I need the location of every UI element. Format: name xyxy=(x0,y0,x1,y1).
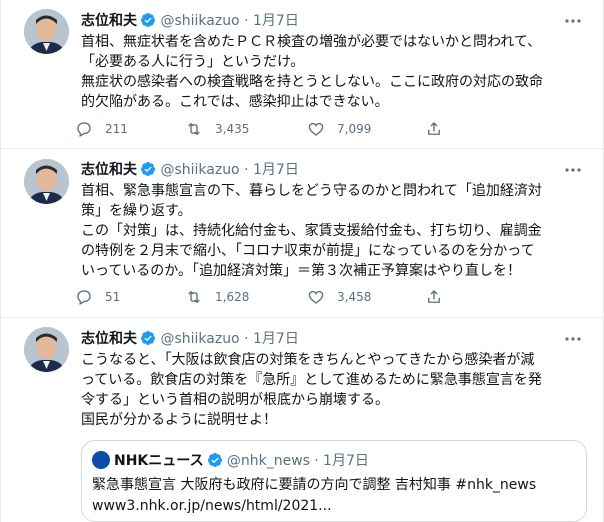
more-icon[interactable] xyxy=(563,162,583,178)
heart-icon xyxy=(308,290,324,304)
tweet-actions: 211 3,435 7,099 xyxy=(75,119,515,139)
separator-dot: · xyxy=(244,331,249,347)
tweet-date[interactable]: 1月7日 xyxy=(253,13,299,29)
author-handle[interactable]: @shiikazuo xyxy=(160,331,239,347)
author-name[interactable]: 志位和夫 xyxy=(81,331,137,347)
profile-photo xyxy=(24,9,69,54)
quoted-tweet-date: 1月7日 xyxy=(323,453,369,469)
tweet-text: 首相、緊急事態宣言の下、暮らしをどう守るのかと問われて「追加経済対 策」を繰り返… xyxy=(81,183,542,279)
author-name[interactable]: 志位和夫 xyxy=(81,162,137,178)
tweet-text: こうなると、「大阪は飲食店の対策をきちんとやってきたから感染者が減 っている。飲… xyxy=(81,352,542,428)
verified-badge-icon xyxy=(140,13,155,27)
quoted-tweet[interactable]: NHKニュース @nhk_news · 1月7日 緊急事態宣言 大阪府も政府に要… xyxy=(81,440,587,522)
avatar[interactable] xyxy=(24,9,69,54)
retweet-button[interactable]: 3,435 xyxy=(185,119,249,139)
reply-button[interactable]: 211 xyxy=(75,119,128,139)
tweet-date[interactable]: 1月7日 xyxy=(253,331,299,347)
share-icon xyxy=(428,290,440,303)
avatar[interactable] xyxy=(24,327,69,372)
tweet-header: 志位和夫 @shiikazuo · 1月7日 xyxy=(81,329,299,349)
share-icon xyxy=(428,122,440,135)
author-handle[interactable]: @shiikazuo xyxy=(160,162,239,178)
avatar[interactable] xyxy=(24,159,69,204)
tweet-header: 志位和夫 @shiikazuo · 1月7日 xyxy=(81,160,299,180)
tweet[interactable]: 志位和夫 @shiikazuo · 1月7日 首相、無症状者を含めたＰＣＲ検査の… xyxy=(1,0,603,149)
profile-photo xyxy=(24,327,69,372)
author-name[interactable]: 志位和夫 xyxy=(81,13,137,29)
quoted-author-handle: @nhk_news xyxy=(226,453,310,469)
tweet[interactable]: 志位和夫 @shiikazuo · 1月7日 こうなると、「大阪は飲食店の対策を… xyxy=(1,318,603,522)
retweet-icon xyxy=(188,122,200,136)
timeline: 志位和夫 @shiikazuo · 1月7日 首相、無症状者を含めたＰＣＲ検査の… xyxy=(0,0,604,522)
verified-badge-icon xyxy=(140,331,155,345)
retweet-count: 3,435 xyxy=(215,122,250,136)
retweet-icon xyxy=(188,290,200,304)
verified-badge-icon xyxy=(207,453,222,467)
reply-count: 51 xyxy=(105,290,121,304)
reply-button[interactable]: 51 xyxy=(75,287,120,307)
retweet-button[interactable]: 1,628 xyxy=(185,287,249,307)
nhk-logo-icon xyxy=(92,451,110,469)
reply-icon xyxy=(77,122,91,137)
profile-photo xyxy=(24,159,69,204)
tweet-actions: 51 1,628 3,458 xyxy=(75,287,515,307)
retweet-count: 1,628 xyxy=(215,290,250,304)
tweet-header: 志位和夫 @shiikazuo · 1月7日 xyxy=(81,11,299,31)
reply-icon xyxy=(77,290,91,305)
quoted-author-name: NHKニュース xyxy=(114,453,204,469)
quoted-tweet-header: NHKニュース @nhk_news · 1月7日 xyxy=(92,451,369,469)
tweet[interactable]: 志位和夫 @shiikazuo · 1月7日 首相、緊急事態宣言の下、暮らしをど… xyxy=(1,149,603,318)
more-icon[interactable] xyxy=(563,13,583,29)
like-count: 7,099 xyxy=(337,122,372,136)
like-button[interactable]: 7,099 xyxy=(307,119,371,139)
quoted-tweet-text: 緊急事態宣言 大阪府も政府に要請の方向で調整 吉村知事 #nhk_news ww… xyxy=(92,477,537,514)
separator-dot: · xyxy=(244,162,249,178)
author-handle[interactable]: @shiikazuo xyxy=(160,13,239,29)
share-button[interactable] xyxy=(425,287,443,307)
more-icon[interactable] xyxy=(563,331,583,347)
tweet-date[interactable]: 1月7日 xyxy=(253,162,299,178)
like-button[interactable]: 3,458 xyxy=(307,287,371,307)
separator-dot: · xyxy=(314,453,319,469)
like-count: 3,458 xyxy=(337,290,372,304)
reply-count: 211 xyxy=(105,122,128,136)
tweet-text: 首相、無症状者を含めたＰＣＲ検査の増強が必要ではないかと問われて、 「必要ある人… xyxy=(81,34,543,110)
verified-badge-icon xyxy=(140,162,155,176)
share-button[interactable] xyxy=(425,119,443,139)
heart-icon xyxy=(308,122,324,136)
separator-dot: · xyxy=(244,13,249,29)
